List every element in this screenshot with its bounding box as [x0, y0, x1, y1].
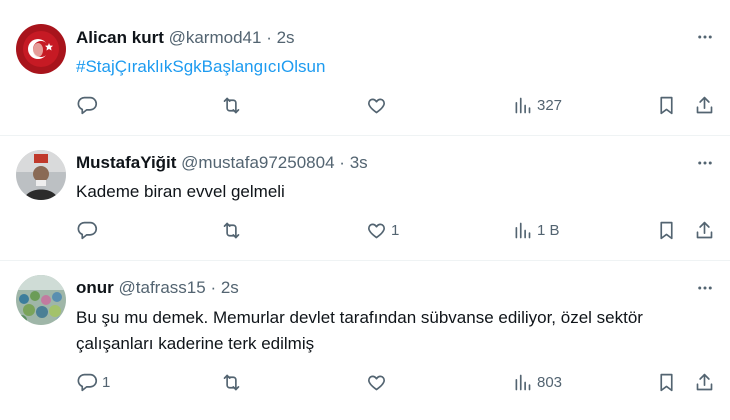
reply-button[interactable]: 1 [77, 372, 110, 393]
tweet-text: Kademe biran evvel gelmeli [76, 182, 285, 201]
reply-icon [77, 96, 98, 115]
bookmark-button[interactable] [656, 220, 677, 241]
share-button[interactable] [694, 372, 715, 393]
reply-count: 1 [102, 374, 111, 391]
tweet-3[interactable]: onur @tafrass15 · 2s Bu şu mu demek. Mem… [0, 261, 730, 420]
tweet-header: MustafaYiğit @mustafa97250804 · 3s [76, 153, 368, 173]
view-count: 327 [537, 97, 563, 114]
share-icon [696, 96, 713, 114]
timestamp[interactable]: 2s [277, 28, 295, 47]
tweet-text-line: Bu şu mu demek. Memurlar devlet tarafınd… [76, 308, 643, 327]
retweet-button[interactable] [221, 220, 246, 241]
like-count: 1 [391, 222, 400, 239]
like-icon [368, 223, 385, 239]
views-icon [515, 222, 531, 239]
display-name[interactable]: onur [76, 278, 114, 297]
bookmark-icon [660, 373, 673, 392]
view-count: 1 B [537, 222, 560, 239]
bookmark-button[interactable] [656, 372, 677, 393]
separator: · [210, 278, 217, 297]
tweet-actions: 1 803 [0, 372, 730, 396]
timestamp[interactable]: 3s [350, 153, 368, 172]
like-icon [368, 98, 385, 114]
reply-icon [77, 373, 98, 392]
retweet-icon [223, 97, 240, 114]
views-icon [515, 97, 531, 114]
hashtag-link[interactable]: #StajÇıraklıkSgkBaşlangıcıOlsun [76, 57, 325, 76]
retweet-button[interactable] [221, 372, 246, 393]
tweet-2[interactable]: MustafaYiğit @mustafa97250804 · 3s Kadem… [0, 136, 730, 260]
views-button[interactable]: 1 B [512, 220, 560, 241]
more-options-button[interactable] [694, 277, 716, 299]
share-button[interactable] [694, 220, 715, 241]
display-name[interactable]: MustafaYiğit [76, 153, 176, 172]
tweet-actions: 327 [0, 95, 730, 119]
avatar[interactable] [16, 275, 66, 325]
reply-button[interactable] [77, 95, 102, 116]
more-icon [698, 286, 712, 290]
separator: · [266, 28, 272, 47]
person-photo-avatar-icon [16, 150, 66, 200]
more-options-button[interactable] [694, 152, 716, 174]
tweet-header: Alican kurt @karmod41 · 2s [76, 28, 295, 48]
views-button[interactable]: 803 [512, 372, 562, 393]
share-icon [696, 221, 713, 239]
more-icon [698, 161, 712, 165]
tweet-actions: 1 1 B [0, 220, 730, 244]
timestamp[interactable]: 2s [221, 278, 239, 297]
turkish-flag-avatar-icon [16, 24, 66, 74]
share-button[interactable] [694, 95, 715, 116]
tweet-text-line: çalışanları kaderine terk edilmiş [76, 334, 315, 353]
avatar[interactable] [16, 24, 66, 74]
user-handle[interactable]: @karmod41 [169, 28, 262, 47]
avatar[interactable] [16, 150, 66, 200]
bookmark-icon [660, 96, 673, 115]
crowd-photo-avatar-icon [16, 275, 66, 325]
like-button[interactable] [366, 372, 391, 393]
user-handle[interactable]: @mustafa97250804 [181, 153, 334, 172]
retweet-icon [223, 374, 240, 391]
views-button[interactable]: 327 [512, 95, 562, 116]
bookmark-icon [660, 221, 673, 240]
separator: · [339, 153, 345, 172]
like-button[interactable] [366, 95, 391, 116]
retweet-icon [223, 222, 240, 239]
more-options-button[interactable] [694, 26, 716, 48]
tweet-1[interactable]: Alican kurt @karmod41 · 2s #StajÇıraklık… [0, 0, 730, 135]
more-icon [698, 35, 712, 39]
reply-button[interactable] [77, 220, 102, 241]
share-icon [696, 373, 713, 391]
retweet-button[interactable] [221, 95, 246, 116]
view-count: 803 [537, 374, 563, 391]
like-button[interactable]: 1 [366, 220, 399, 241]
user-handle[interactable]: @tafrass15 [119, 278, 206, 297]
views-icon [515, 374, 531, 391]
reply-icon [77, 221, 98, 240]
tweet-header: onur @tafrass15 · 2s [76, 278, 239, 298]
like-icon [368, 375, 385, 391]
display-name[interactable]: Alican kurt [76, 28, 164, 47]
tweet-text: Bu şu mu demek. Memurlar devlet tarafınd… [76, 305, 716, 357]
tweet-text: #StajÇıraklıkSgkBaşlangıcıOlsun [76, 54, 716, 80]
bookmark-button[interactable] [656, 95, 677, 116]
